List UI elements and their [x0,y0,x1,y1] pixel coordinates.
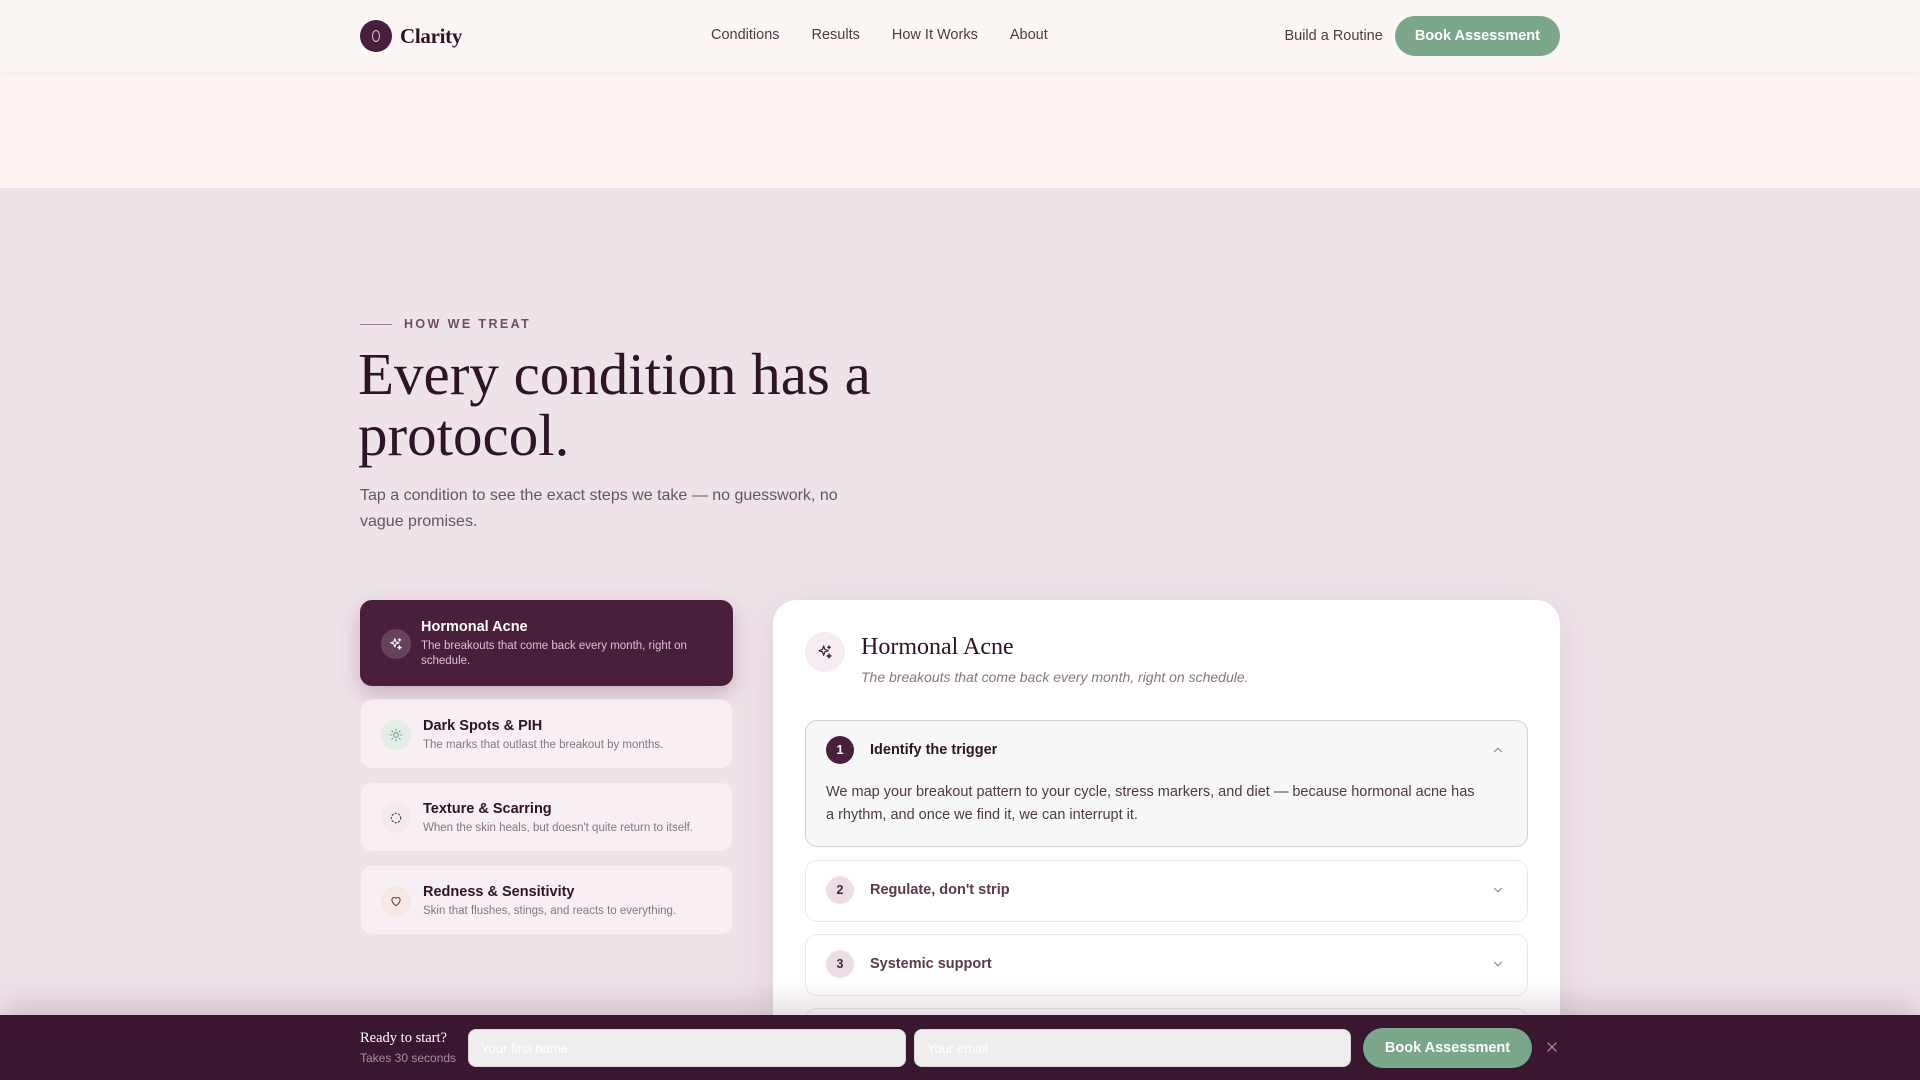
booking-bar-book-button[interactable]: Book Assessment [1363,1028,1532,1068]
sun-icon [381,720,411,750]
detail-subtitle: The breakouts that come back every month… [861,669,1249,685]
step-body: We map your breakout pattern to your cyc… [826,784,1475,823]
top-navigation: Clarity Conditions Results How It Works … [0,0,1920,72]
protocol-step-2[interactable]: 2 Regulate, don't strip [805,860,1528,922]
condition-title: Texture & Scarring [423,801,552,817]
book-assessment-button[interactable]: Book Assessment [1394,16,1560,56]
step-title: Systemic support [870,956,992,972]
section-eyebrow: HOW WE TREAT [360,317,531,331]
email-input[interactable] [914,1029,1351,1067]
heart-icon [381,886,411,916]
primary-nav: Conditions Results How It Works About [711,27,1080,43]
booking-bar-subtitle: Takes 30 seconds [360,1051,457,1065]
condition-title: Dark Spots & PIH [423,718,543,734]
condition-description: The breakouts that come back every month… [421,640,687,667]
condition-description: The marks that outlast the breakout by m… [423,739,664,751]
step-title: Regulate, don't strip [870,882,1010,898]
protocol-step-1[interactable]: 1 Identify the trigger We map your break… [805,720,1528,847]
condition-description: Skin that flushes, stings, and reacts to… [423,905,677,917]
logo-mark-icon [360,20,392,52]
brand-logo[interactable]: Clarity [360,20,462,52]
detail-title: Hormonal Acne [861,634,1014,660]
chevron-down-icon [1493,887,1503,893]
condition-list: Hormonal Acne The breakouts that come ba… [360,600,733,948]
condition-item-redness-sensitivity[interactable]: Redness & Sensitivity Skin that flushes,… [360,865,733,935]
condition-description: When the skin heals, but doesn't quite r… [423,822,694,834]
brand-name: Clarity [400,23,463,48]
nav-link-how-it-works[interactable]: How It Works [892,27,978,43]
first-name-input[interactable] [468,1029,906,1067]
header-actions: Build a Routine Book Assessment [1284,16,1560,56]
section-subhead: Tap a condition to see the exact steps w… [360,487,838,530]
hero-strip [0,72,1920,188]
nav-link-results[interactable]: Results [812,27,860,43]
step-number: 1 [826,736,854,764]
condition-item-texture-scarring[interactable]: Texture & Scarring When the skin heals, … [360,782,733,852]
step-number: 3 [826,950,854,978]
build-routine-link[interactable]: Build a Routine [1284,28,1382,44]
sparkle-icon [805,632,845,672]
step-number: 2 [826,876,854,904]
dotted-circle-icon [381,803,411,833]
booking-bar-title: Ready to start? [360,1030,447,1046]
condition-title: Hormonal Acne [421,619,528,635]
close-icon[interactable] [1545,1040,1559,1054]
protocol-detail-card: Hormonal Acne The breakouts that come ba… [773,600,1560,1080]
chevron-down-icon [1493,961,1503,967]
sparkle-icon [381,629,411,659]
nav-link-about[interactable]: About [1010,27,1048,43]
sticky-booking-bar: Ready to start? Takes 30 seconds Book As… [0,1015,1920,1080]
condition-item-hormonal-acne[interactable]: Hormonal Acne The breakouts that come ba… [360,600,733,686]
condition-title: Redness & Sensitivity [423,884,575,900]
section-headline: Every condition has a protocol. [358,341,871,468]
condition-item-dark-spots[interactable]: Dark Spots & PIH The marks that outlast … [360,699,733,769]
protocol-step-3[interactable]: 3 Systemic support [805,934,1528,996]
eyebrow-label: HOW WE TREAT [404,317,532,331]
step-title: Identify the trigger [870,742,998,758]
nav-link-conditions[interactable]: Conditions [711,27,780,43]
chevron-up-icon [1493,747,1503,753]
eyebrow-divider [360,323,392,325]
